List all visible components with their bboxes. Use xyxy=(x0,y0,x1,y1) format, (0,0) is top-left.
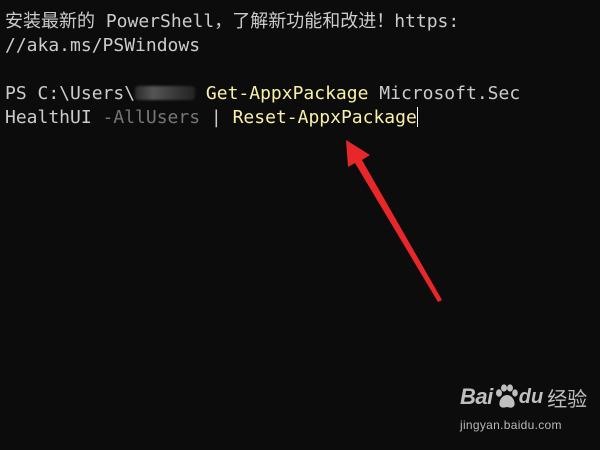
paw-icon xyxy=(495,384,518,408)
watermark-jingyan: 经验 xyxy=(547,386,588,411)
watermark-bai: Bai xyxy=(460,384,493,409)
powershell-terminal[interactable]: 安装最新的 PowerShell，了解新功能和改进！https: //aka.m… xyxy=(0,0,600,450)
arrow-shape xyxy=(346,140,442,302)
watermark-du: du xyxy=(518,385,544,408)
watermark-url: jingyan.baidu.com xyxy=(460,418,562,432)
watermark-logo: Bai du 经验 xyxy=(460,380,587,414)
baidu-jingyan-watermark: Bai du 经验 jingyan.baidu.com xyxy=(452,378,592,440)
